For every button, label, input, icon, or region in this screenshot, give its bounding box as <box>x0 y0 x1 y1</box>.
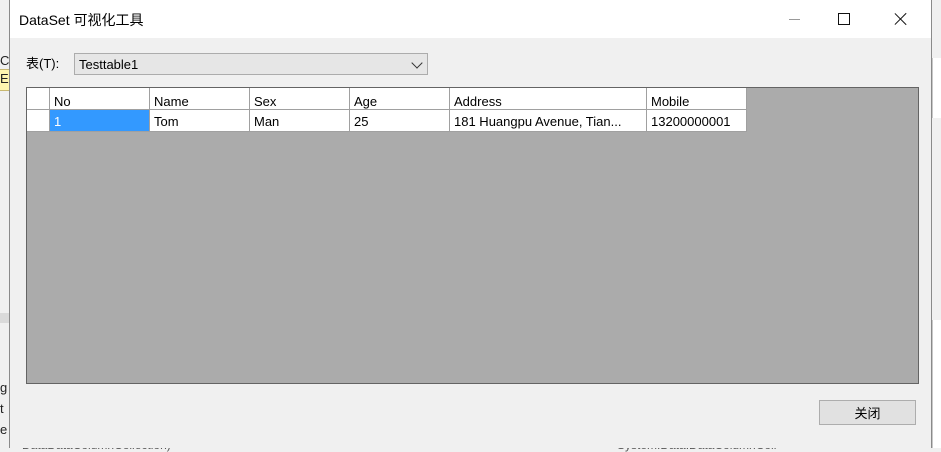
cell-no[interactable]: 1 <box>50 110 150 132</box>
dataset-visualizer-dialog: DataSet 可视化工具 表(T): Testtable1 No Name S… <box>9 0 932 448</box>
column-header-address[interactable]: Address <box>450 88 647 110</box>
column-header-mobile[interactable]: Mobile <box>647 88 747 110</box>
grid-header-row: No Name Sex Age Address Mobile <box>27 88 747 110</box>
background-panel <box>932 320 941 448</box>
cell-mobile[interactable]: 13200000001 <box>647 110 747 132</box>
table-selector-label: 表(T): <box>26 56 60 71</box>
cell-name[interactable]: Tom <box>150 110 250 132</box>
table-select-value: Testtable1 <box>79 57 139 72</box>
chevron-down-icon[interactable] <box>411 57 423 69</box>
close-icon <box>895 13 907 25</box>
column-header-age[interactable]: Age <box>350 88 450 110</box>
background-text: t <box>0 401 4 416</box>
background-divider <box>0 313 9 323</box>
close-window-button[interactable] <box>878 0 924 38</box>
close-button[interactable]: 关闭 <box>819 400 916 425</box>
background-highlight: Ea <box>0 69 16 91</box>
table-select-dropdown[interactable]: Testtable1 <box>74 53 428 75</box>
data-grid[interactable]: No Name Sex Age Address Mobile 1 Tom Man… <box>26 87 919 384</box>
cell-sex[interactable]: Man <box>250 110 350 132</box>
minimize-icon <box>788 18 800 20</box>
grid-corner-header[interactable] <box>27 88 50 110</box>
cell-address[interactable]: 181 Huangpu Avenue, Tian... <box>450 110 647 132</box>
title-bar[interactable]: DataSet 可视化工具 <box>10 0 931 38</box>
table-row[interactable]: 1 Tom Man 25 181 Huangpu Avenue, Tian...… <box>27 110 747 132</box>
background-text: g <box>0 380 8 395</box>
cell-age[interactable]: 25 <box>350 110 450 132</box>
column-header-no[interactable]: No <box>50 88 150 110</box>
maximize-icon <box>838 13 850 25</box>
row-header[interactable] <box>27 110 50 132</box>
minimize-button[interactable] <box>771 0 817 38</box>
column-header-name[interactable]: Name <box>150 88 250 110</box>
window-title: DataSet 可视化工具 <box>19 12 144 28</box>
column-header-sex[interactable]: Sex <box>250 88 350 110</box>
maximize-button[interactable] <box>821 0 867 38</box>
background-text: e <box>0 422 8 437</box>
background-text: C <box>0 53 10 68</box>
background-panel <box>932 58 941 118</box>
